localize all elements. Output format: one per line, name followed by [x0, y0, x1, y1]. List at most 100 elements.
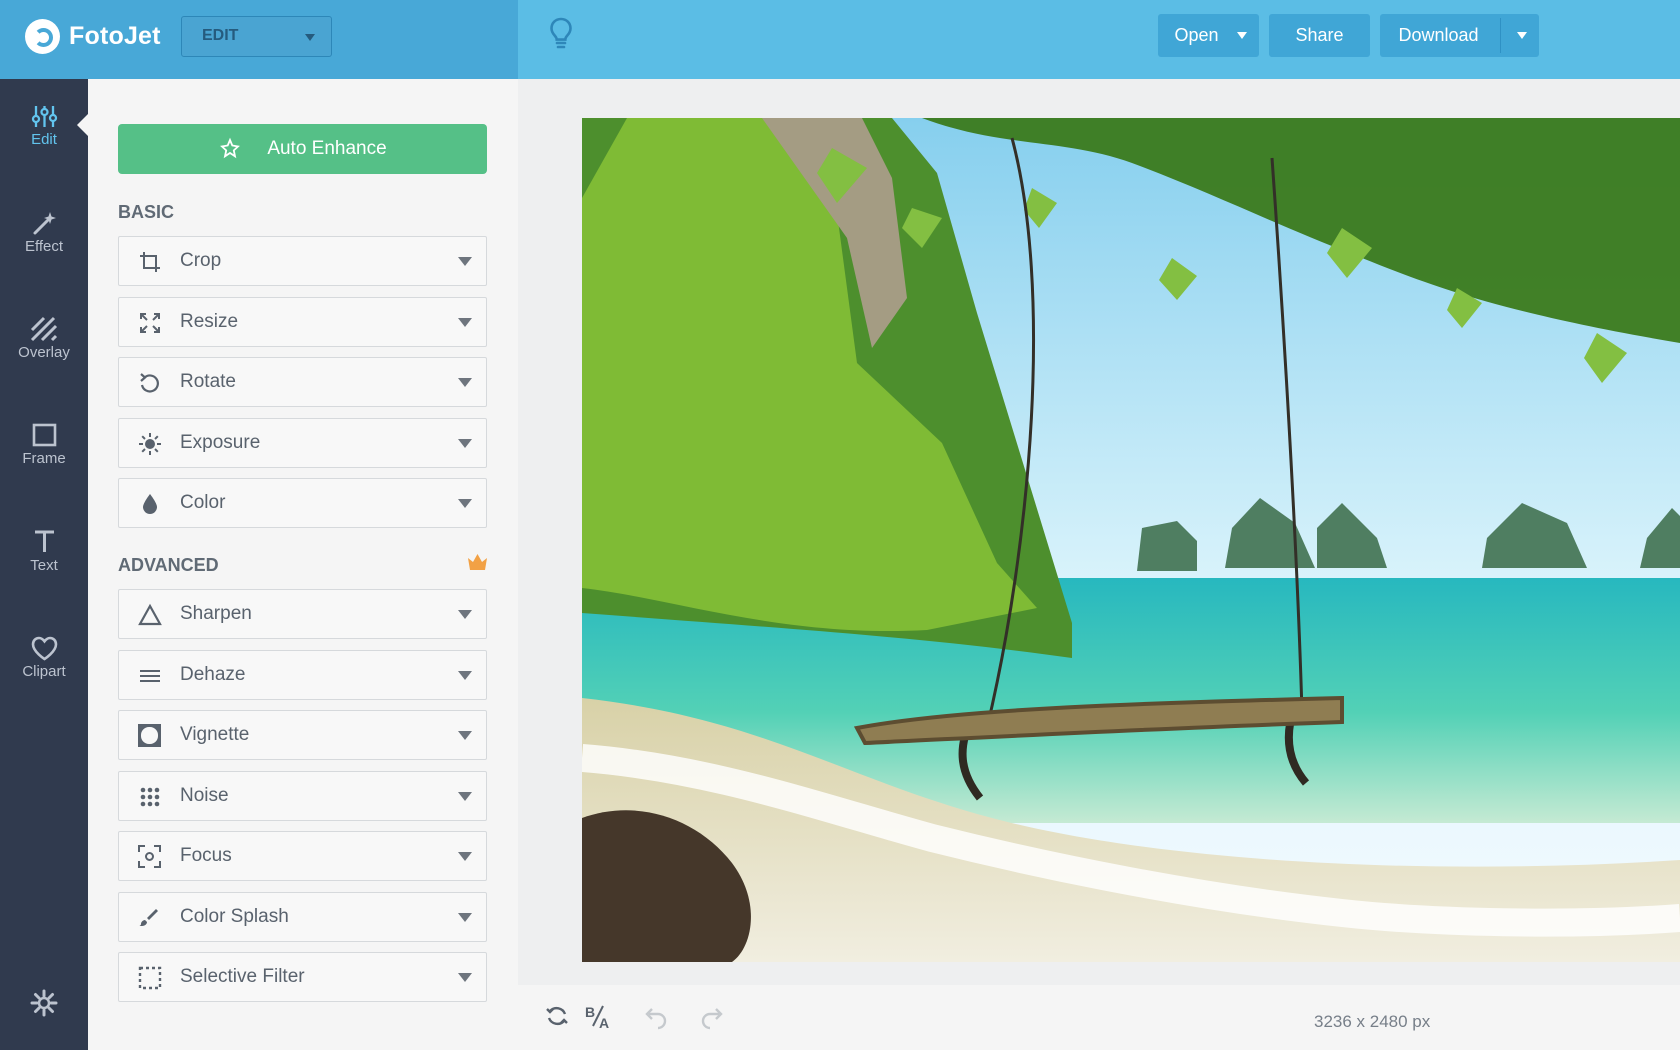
open-button[interactable]: Open — [1158, 14, 1259, 57]
dehaze-label: Dehaze — [180, 664, 246, 685]
vignette-tool[interactable]: Vignette — [118, 710, 487, 760]
left-sidebar: Edit Effect Overlay Frame Text Clipart — [0, 79, 89, 1050]
mode-select-value: EDIT — [202, 27, 239, 44]
crop-label: Crop — [180, 250, 222, 271]
chevron-down-icon — [305, 34, 315, 41]
svg-text:B: B — [585, 1004, 595, 1020]
premium-crown-icon — [468, 554, 487, 570]
sidebar-item-effect[interactable]: Effect — [0, 210, 88, 288]
advanced-section-title: ADVANCED — [118, 555, 219, 575]
auto-enhance-icon — [220, 137, 241, 158]
noise-icon — [137, 784, 162, 809]
resize-tool[interactable]: Resize — [118, 297, 487, 347]
share-button[interactable]: Share — [1269, 14, 1370, 57]
mode-select[interactable]: EDIT — [181, 16, 332, 57]
top-actions: Open Share Download — [1158, 14, 1539, 57]
crop-chevron-down-icon — [458, 257, 472, 266]
selective-filter-label: Selective Filter — [180, 966, 305, 987]
sharpen-chevron-down-icon — [458, 610, 472, 619]
undo-icon[interactable] — [640, 1001, 670, 1031]
basic-section-title: BASIC — [118, 202, 175, 222]
rotate-label: Rotate — [180, 371, 236, 392]
noise-label: Noise — [180, 785, 229, 806]
gear-icon[interactable] — [29, 988, 59, 1018]
rotate-icon — [137, 370, 162, 395]
share-button-label: Share — [1295, 25, 1344, 45]
fotojet-logo-icon — [25, 19, 60, 54]
download-button[interactable]: Download — [1380, 14, 1539, 57]
image-dimensions: 3236 x 2480 px — [1314, 1012, 1431, 1031]
selective-filter-tool[interactable]: Selective Filter — [118, 952, 487, 1002]
redo-icon[interactable] — [698, 1001, 728, 1031]
selective-filter-icon — [137, 965, 162, 990]
sharpen-label: Sharpen — [180, 603, 252, 624]
download-button-label: Download — [1398, 25, 1479, 45]
resize-icon — [137, 310, 162, 335]
before-after-icon[interactable]: BA — [583, 1001, 613, 1031]
dehaze-tool[interactable]: Dehaze — [118, 650, 487, 700]
sidebar-label-edit: Edit — [31, 131, 57, 148]
color-label: Color — [180, 492, 226, 513]
color-splash-label: Color Splash — [180, 906, 289, 927]
color-splash-chevron-down-icon — [458, 913, 472, 922]
overlay-icon — [30, 316, 58, 342]
color-tool[interactable]: Color — [118, 478, 487, 528]
exposure-tool[interactable]: Exposure — [118, 418, 487, 468]
sidebar-label-overlay: Overlay — [18, 344, 70, 361]
sidebar-label-frame: Frame — [22, 450, 66, 467]
color-splash-icon — [137, 905, 162, 930]
noise-chevron-down-icon — [458, 792, 472, 801]
rotate-tool[interactable]: Rotate — [118, 357, 487, 407]
focus-chevron-down-icon — [458, 852, 472, 861]
resize-chevron-down-icon — [458, 318, 472, 327]
vignette-label: Vignette — [180, 724, 250, 745]
color-splash-tool[interactable]: Color Splash — [118, 892, 487, 942]
heart-icon — [31, 636, 57, 661]
open-chevron-down-icon — [1237, 32, 1247, 39]
reset-icon[interactable] — [542, 1001, 572, 1031]
sidebar-item-frame[interactable]: Frame — [0, 422, 88, 500]
rotate-chevron-down-icon — [458, 378, 472, 387]
resize-label: Resize — [180, 311, 239, 332]
svg-text:A: A — [599, 1015, 609, 1031]
edit-panel: Auto Enhance BASIC Crop Resize Rotate Ex… — [88, 79, 518, 1050]
vignette-icon — [137, 723, 162, 748]
exposure-chevron-down-icon — [458, 439, 472, 448]
sharpen-tool[interactable]: Sharpen — [118, 589, 487, 639]
selective-filter-chevron-down-icon — [458, 973, 472, 982]
frame-icon — [32, 423, 56, 447]
sidebar-label-clipart: Clipart — [22, 663, 66, 680]
sidebar-item-text[interactable]: Text — [0, 529, 88, 607]
sidebar-label-effect: Effect — [24, 238, 64, 255]
open-button-label: Open — [1174, 25, 1219, 45]
color-chevron-down-icon — [458, 499, 472, 508]
noise-tool[interactable]: Noise — [118, 771, 487, 821]
sidebar-item-overlay[interactable]: Overlay — [0, 316, 88, 394]
sidebar-item-clipart[interactable]: Clipart — [0, 635, 88, 713]
color-drop-icon — [137, 491, 162, 516]
canvas-area[interactable] — [518, 79, 1680, 985]
text-icon — [34, 530, 54, 552]
crop-tool[interactable]: Crop — [118, 236, 487, 286]
canvas-bottom-toolbar: BA 3236 x 2480 px — [518, 985, 1680, 1050]
dehaze-icon — [137, 663, 162, 688]
sidebar-item-edit[interactable]: Edit — [0, 104, 88, 182]
auto-enhance-button[interactable]: Auto Enhance — [118, 124, 487, 174]
focus-tool[interactable]: Focus — [118, 831, 487, 881]
dehaze-chevron-down-icon — [458, 671, 472, 680]
crop-icon — [137, 249, 162, 274]
focus-icon — [137, 844, 162, 869]
vignette-chevron-down-icon — [458, 731, 472, 740]
fotojet-logo[interactable]: FotoJet — [25, 19, 161, 54]
download-chevron-down-icon[interactable] — [1517, 32, 1527, 39]
focus-label: Focus — [180, 845, 232, 866]
magic-wand-icon — [33, 212, 56, 235]
app-name: FotoJet — [69, 22, 161, 50]
sidebar-label-text: Text — [30, 557, 58, 574]
sharpen-icon — [137, 602, 162, 627]
auto-enhance-label: Auto Enhance — [267, 138, 387, 159]
edit-icon — [31, 106, 57, 127]
exposure-icon — [137, 431, 162, 456]
tropical-swing-photo[interactable] — [582, 118, 1680, 962]
lightbulb-icon[interactable] — [547, 16, 575, 52]
